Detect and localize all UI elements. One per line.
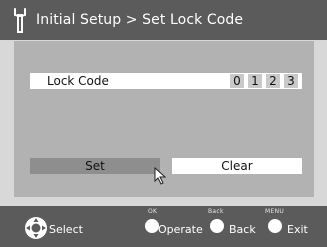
- ok-key-label: OK: [148, 208, 158, 215]
- clear-button[interactable]: Clear: [172, 158, 302, 174]
- exit-hint: Exit: [287, 223, 308, 236]
- ok-button-icon[interactable]: [145, 219, 159, 233]
- back-button-icon[interactable]: [210, 219, 224, 233]
- set-button[interactable]: Set: [30, 158, 160, 174]
- back-key-label: Back: [208, 208, 224, 215]
- lock-code-label: Lock Code: [47, 74, 109, 88]
- lock-code-digit-3[interactable]: 2: [266, 74, 280, 88]
- settings-panel: Lock Code 0 1 2 3 Set Clear: [14, 41, 314, 197]
- lock-code-digit-4[interactable]: 3: [284, 74, 298, 88]
- page-title: Initial Setup > Set Lock Code: [36, 12, 244, 28]
- operate-hint: Operate: [158, 223, 203, 236]
- back-hint: Back: [229, 223, 256, 236]
- dpad-icon: [25, 217, 47, 239]
- title-bar: Initial Setup > Set Lock Code: [0, 0, 327, 40]
- pointer-cursor-icon: [154, 166, 167, 185]
- wrench-icon: [14, 8, 26, 33]
- menu-key-label: MENU: [265, 208, 285, 215]
- footer-bar: Select OK Operate Back Back MENU Exit: [0, 206, 327, 247]
- lock-code-digit-2[interactable]: 1: [248, 74, 262, 88]
- lock-code-row[interactable]: Lock Code 0 1 2 3: [30, 73, 302, 89]
- set-lock-code-screen: Initial Setup > Set Lock Code Lock Code …: [0, 0, 327, 247]
- select-hint: Select: [49, 223, 83, 236]
- menu-button-icon[interactable]: [268, 219, 282, 233]
- lock-code-digit-1[interactable]: 0: [230, 74, 244, 88]
- lock-code-digits: 0 1 2 3: [230, 74, 298, 88]
